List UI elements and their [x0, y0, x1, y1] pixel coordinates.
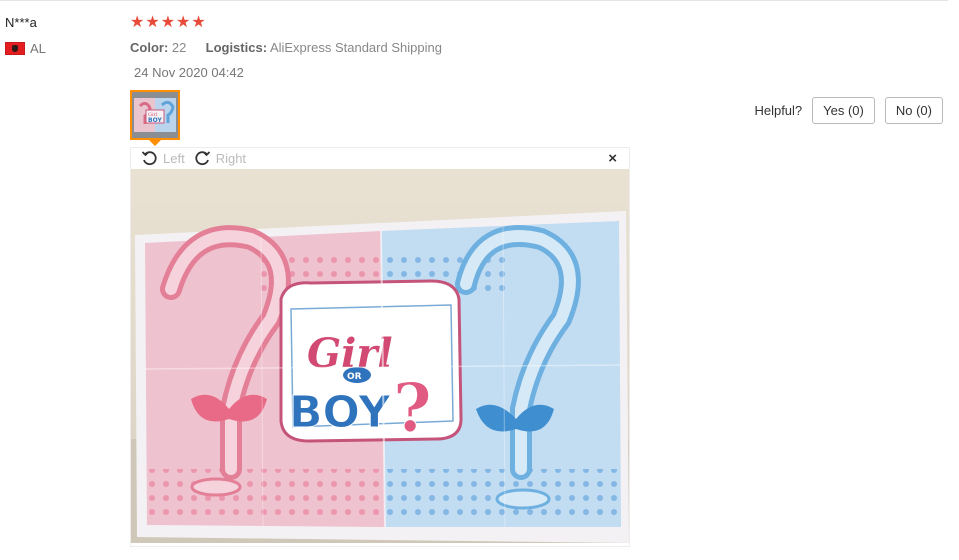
star-rating: ★ ★ ★ ★ ★ [130, 14, 206, 32]
rotate-left-button[interactable]: Left [141, 150, 185, 167]
photo-word-or: OR [347, 372, 362, 382]
image-viewer: Left Right × Girl OR BOY ? [130, 147, 630, 547]
rotate-right-icon [195, 151, 210, 166]
star-icon: ★ [191, 14, 206, 31]
helpful-yes-button[interactable]: Yes (0) [812, 97, 875, 124]
albania-flag-icon [5, 42, 25, 55]
helpful-feedback: Helpful? Yes (0) No (0) [754, 97, 943, 124]
logistics-value: AliExpress Standard Shipping [269, 40, 442, 55]
photo-question-mark: ? [393, 369, 432, 447]
color-key: Color: [130, 40, 169, 55]
close-icon[interactable]: × [608, 150, 617, 167]
rotate-right-label: Right [215, 151, 247, 166]
color-value: 22 [171, 40, 187, 55]
rotate-right-button[interactable]: Right [194, 150, 246, 167]
svg-text:BOY: BOY [148, 117, 162, 124]
thumbnail-pointer [149, 140, 161, 146]
review-date: 24 Nov 2020 04:42 [134, 65, 244, 80]
order-properties: Color: 22 Logistics: AliExpress Standard… [130, 40, 442, 55]
banner-photo: Girl OR BOY ? [131, 169, 629, 543]
top-divider [0, 0, 948, 1]
rotate-left-label: Left [163, 151, 185, 166]
thumbnail-photo: Girl BOY [132, 92, 178, 138]
helpful-label: Helpful? [754, 103, 803, 118]
photo-word-boy: BOY [289, 387, 391, 438]
country-code: AL [30, 41, 46, 56]
helpful-no-button[interactable]: No (0) [884, 97, 943, 124]
logistics-key: Logistics: [205, 40, 268, 55]
reviewer-name: N***a [5, 15, 37, 30]
star-icon: ★ [130, 14, 145, 31]
star-icon: ★ [176, 14, 191, 31]
review-image-thumbnail[interactable]: Girl BOY [130, 90, 180, 140]
reviewer-country: AL [5, 41, 46, 56]
viewer-toolbar: Left Right × [131, 148, 629, 169]
review-photo: Girl OR BOY ? [131, 169, 629, 543]
star-icon: ★ [145, 14, 160, 31]
star-icon: ★ [160, 14, 176, 31]
rotate-left-icon [141, 151, 157, 166]
